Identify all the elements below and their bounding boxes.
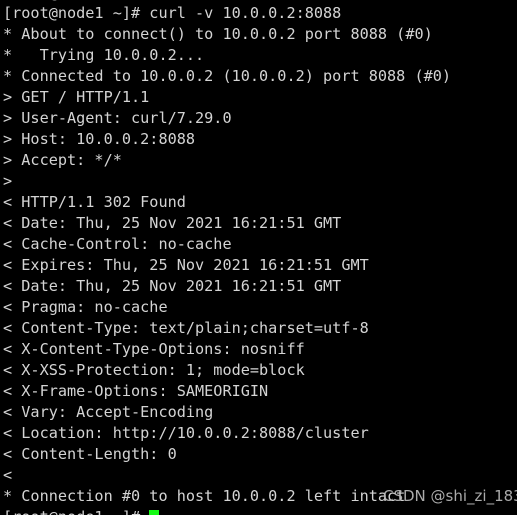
terminal-line: * Connected to 10.0.0.2 (10.0.0.2) port … [3,67,452,85]
terminal-line: > Accept: */* [3,151,122,169]
terminal-line: < X-XSS-Protection: 1; mode=block [3,361,305,379]
terminal-line: > GET / HTTP/1.1 [3,88,150,106]
shell-prompt: [root@node1 ~]# [3,508,149,515]
terminal-line: > User-Agent: curl/7.29.0 [3,109,232,127]
terminal-prompt-line[interactable]: [root@node1 ~]# [3,507,517,515]
terminal-line: [root@node1 ~]# curl -v 10.0.0.2:8088 [3,4,342,22]
terminal-output: [root@node1 ~]# curl -v 10.0.0.2:8088 * … [3,3,517,515]
terminal-line: < Date: Thu, 25 Nov 2021 16:21:51 GMT [3,214,342,232]
terminal-line: * Trying 10.0.0.2... [3,46,205,64]
terminal-line: < Location: http://10.0.0.2:8088/cluster [3,424,369,442]
terminal-line: < Cache-Control: no-cache [3,235,232,253]
terminal-line: < [3,466,22,484]
terminal-line: < X-Content-Type-Options: nosniff [3,340,305,358]
terminal-line: * About to connect() to 10.0.0.2 port 80… [3,25,433,43]
terminal-line: > Host: 10.0.0.2:8088 [3,130,196,148]
terminal-line: > [3,172,22,190]
terminal-line: < Content-Length: 0 [3,445,177,463]
terminal-line: < Pragma: no-cache [3,298,168,316]
terminal-line: < Date: Thu, 25 Nov 2021 16:21:51 GMT [3,277,342,295]
terminal-line: < HTTP/1.1 302 Found [3,193,186,211]
terminal-line: < Expires: Thu, 25 Nov 2021 16:21:51 GMT [3,256,369,274]
terminal-line: < Vary: Accept-Encoding [3,403,214,421]
text-cursor[interactable] [149,510,159,515]
terminal-line: * Connection #0 to host 10.0.0.2 left in… [3,487,406,505]
terminal-window[interactable]: [root@node1 ~]# curl -v 10.0.0.2:8088 [r… [0,0,517,515]
terminal-line: < X-Frame-Options: SAMEORIGIN [3,382,269,400]
terminal-line: < Content-Type: text/plain;charset=utf-8 [3,319,369,337]
